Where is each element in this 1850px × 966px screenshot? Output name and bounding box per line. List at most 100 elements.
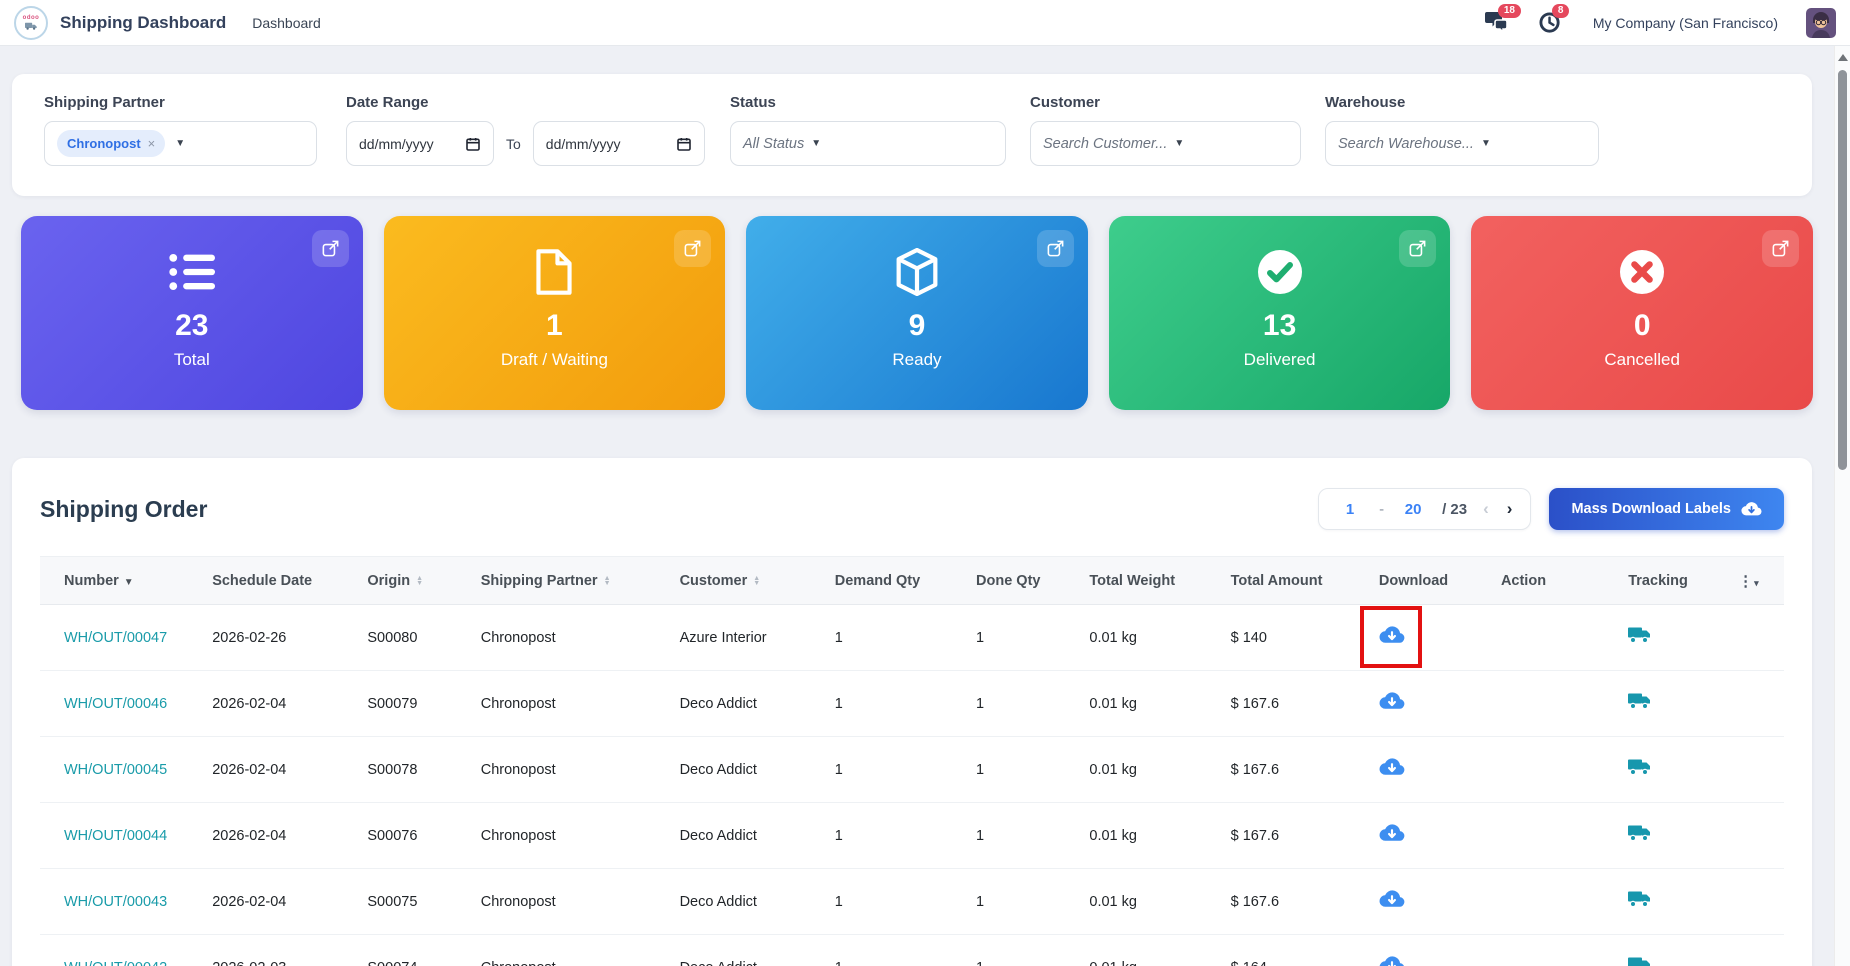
tracking-button[interactable] bbox=[1628, 692, 1652, 711]
user-avatar[interactable] bbox=[1806, 8, 1836, 38]
nav-menu-dashboard[interactable]: Dashboard bbox=[252, 15, 321, 31]
column-header-shipping-partner[interactable]: Shipping Partner▲▼ bbox=[471, 557, 670, 605]
date-to-placeholder: dd/mm/yyyy bbox=[546, 136, 621, 152]
remove-tag-icon[interactable]: × bbox=[148, 136, 156, 151]
column-header-total-amount[interactable]: Total Amount bbox=[1221, 557, 1369, 605]
activities-button[interactable]: 8 bbox=[1539, 11, 1565, 35]
shipping-partner-cell: Chronopost bbox=[471, 935, 670, 966]
customer-cell: Deco Addict bbox=[670, 671, 825, 737]
sort-icon[interactable]: ▲▼ bbox=[604, 576, 611, 586]
messages-button[interactable]: 18 bbox=[1485, 11, 1511, 35]
tracking-button[interactable] bbox=[1628, 890, 1652, 909]
chevron-down-icon[interactable]: ▼ bbox=[175, 138, 185, 149]
open-delivered-button[interactable] bbox=[1399, 230, 1436, 267]
page-scrollbar[interactable] bbox=[1834, 46, 1850, 966]
warehouse-search-input[interactable]: Search Warehouse... ▼ bbox=[1325, 121, 1599, 166]
order-number-link[interactable]: WH/OUT/00042 bbox=[64, 960, 167, 966]
tracking-button[interactable] bbox=[1628, 758, 1652, 777]
download-label-button[interactable] bbox=[1379, 955, 1405, 966]
pagination-start[interactable]: 1 bbox=[1335, 501, 1365, 518]
truck-icon bbox=[1628, 692, 1652, 711]
scrollbar-thumb[interactable] bbox=[1838, 70, 1847, 470]
external-link-icon bbox=[1408, 239, 1427, 258]
stat-card-cancelled[interactable]: 0 Cancelled bbox=[1471, 216, 1813, 410]
stat-ready-label: Ready bbox=[892, 350, 941, 370]
status-select[interactable]: All Status ▼ bbox=[730, 121, 1006, 166]
mass-download-labels-label: Mass Download Labels bbox=[1571, 501, 1731, 517]
cloud-download-icon bbox=[1379, 625, 1405, 646]
date-from-input[interactable]: dd/mm/yyyy bbox=[346, 121, 494, 166]
column-header-demand-qty[interactable]: Demand Qty bbox=[825, 557, 966, 605]
column-header-total-weight[interactable]: Total Weight bbox=[1079, 557, 1220, 605]
schedule-date-cell: 2026-02-04 bbox=[202, 803, 357, 869]
calendar-icon[interactable] bbox=[465, 136, 481, 152]
open-ready-button[interactable] bbox=[1037, 230, 1074, 267]
pagination-next-button[interactable]: › bbox=[1505, 499, 1515, 519]
column-header-customer[interactable]: Customer▲▼ bbox=[670, 557, 825, 605]
tracking-button[interactable] bbox=[1628, 626, 1652, 645]
stat-card-total[interactable]: 23 Total bbox=[21, 216, 363, 410]
done-qty-cell: 1 bbox=[966, 869, 1079, 935]
order-number-link[interactable]: WH/OUT/00043 bbox=[64, 894, 167, 910]
cloud-download-icon bbox=[1741, 501, 1762, 518]
column-header-number[interactable]: Number▼ bbox=[40, 557, 202, 605]
column-options-button[interactable]: ⋮▾ bbox=[1728, 557, 1784, 605]
origin-cell: S00079 bbox=[357, 671, 470, 737]
calendar-icon[interactable] bbox=[676, 136, 692, 152]
download-label-button[interactable] bbox=[1379, 889, 1405, 910]
sort-icon[interactable]: ▲▼ bbox=[416, 576, 423, 586]
mass-download-labels-button[interactable]: Mass Download Labels bbox=[1549, 488, 1784, 530]
sort-desc-icon[interactable]: ▼ bbox=[124, 577, 134, 588]
kebab-menu-icon[interactable]: ⋮▾ bbox=[1738, 573, 1760, 590]
truck-icon bbox=[1628, 824, 1652, 843]
customer-cell: Deco Addict bbox=[670, 737, 825, 803]
company-name[interactable]: My Company (San Francisco) bbox=[1593, 15, 1778, 31]
shipping-partner-cell: Chronopost bbox=[471, 605, 670, 671]
download-label-button[interactable] bbox=[1379, 823, 1405, 844]
sort-icon[interactable]: ▲▼ bbox=[753, 576, 760, 586]
total-amount-cell: $ 167.6 bbox=[1221, 737, 1369, 803]
customer-search-input[interactable]: Search Customer... ▼ bbox=[1030, 121, 1301, 166]
stat-card-draft-waiting[interactable]: 1 Draft / Waiting bbox=[384, 216, 726, 410]
open-draft-button[interactable] bbox=[674, 230, 711, 267]
stat-draft-value: 1 bbox=[546, 310, 563, 342]
date-to-input[interactable]: dd/mm/yyyy bbox=[533, 121, 705, 166]
column-header-schedule-date[interactable]: Schedule Date bbox=[202, 557, 357, 605]
scrollbar-up-arrow-icon[interactable] bbox=[1838, 54, 1848, 61]
order-number-link[interactable]: WH/OUT/00046 bbox=[64, 696, 167, 712]
orders-table: Number▼ Schedule Date Origin▲▼ Shipping … bbox=[40, 556, 1784, 966]
shipping-partner-select[interactable]: Chronopost × ▼ bbox=[44, 121, 317, 166]
table-row: WH/OUT/00042 2026-02-03 S00074 Chronopos… bbox=[40, 935, 1784, 966]
pagination-prev-button[interactable]: ‹ bbox=[1481, 499, 1491, 519]
shipping-partner-cell: Chronopost bbox=[471, 803, 670, 869]
pagination-end[interactable]: 20 bbox=[1398, 501, 1428, 518]
app-logo-icon[interactable]: odoo bbox=[14, 6, 48, 40]
order-number-link[interactable]: WH/OUT/00045 bbox=[64, 762, 167, 778]
order-number-link[interactable]: WH/OUT/00044 bbox=[64, 828, 167, 844]
column-header-done-qty[interactable]: Done Qty bbox=[966, 557, 1079, 605]
stat-total-value: 23 bbox=[175, 310, 208, 342]
column-header-origin[interactable]: Origin▲▼ bbox=[357, 557, 470, 605]
download-label-button[interactable] bbox=[1379, 691, 1405, 712]
done-qty-cell: 1 bbox=[966, 737, 1079, 803]
tracking-button[interactable] bbox=[1628, 956, 1652, 966]
open-cancelled-button[interactable] bbox=[1762, 230, 1799, 267]
done-qty-cell: 1 bbox=[966, 671, 1079, 737]
truck-icon bbox=[1628, 890, 1652, 909]
customer-placeholder: Search Customer... bbox=[1043, 136, 1167, 152]
table-row: WH/OUT/00045 2026-02-04 S00078 Chronopos… bbox=[40, 737, 1784, 803]
open-total-button[interactable] bbox=[312, 230, 349, 267]
download-label-button[interactable] bbox=[1379, 625, 1405, 646]
schedule-date-cell: 2026-02-04 bbox=[202, 671, 357, 737]
demand-qty-cell: 1 bbox=[825, 869, 966, 935]
stat-card-ready[interactable]: 9 Ready bbox=[746, 216, 1088, 410]
shipping-partner-tag[interactable]: Chronopost × bbox=[57, 130, 165, 157]
x-circle-icon bbox=[1618, 246, 1666, 298]
stat-cards-row: 23 Total 1 Draft / Waiting bbox=[21, 216, 1813, 410]
stat-card-delivered[interactable]: 13 Delivered bbox=[1109, 216, 1451, 410]
download-label-button[interactable] bbox=[1379, 757, 1405, 778]
tracking-button[interactable] bbox=[1628, 824, 1652, 843]
order-number-link[interactable]: WH/OUT/00047 bbox=[64, 630, 167, 646]
stat-cancelled-label: Cancelled bbox=[1604, 350, 1680, 370]
shipping-partner-cell: Chronopost bbox=[471, 869, 670, 935]
